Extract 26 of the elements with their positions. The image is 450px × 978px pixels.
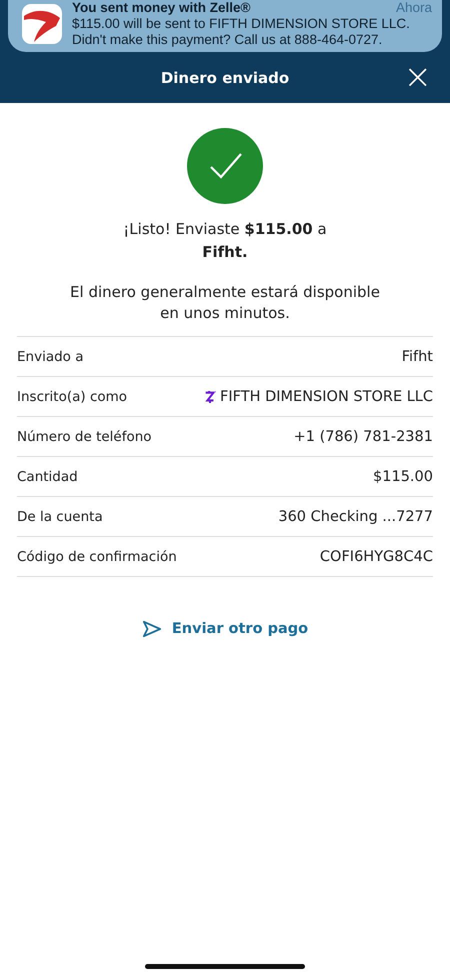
detail-label: Código de confirmación — [17, 548, 177, 564]
detail-value: +1 (786) 781-2381 — [294, 428, 433, 444]
send-another-payment-link[interactable]: Enviar otro pago — [136, 619, 314, 639]
app-logo-icon — [22, 4, 62, 44]
success-check-icon — [187, 128, 263, 204]
notification-time: Ahora — [396, 0, 432, 16]
detail-value: Fifht — [402, 348, 433, 364]
detail-label: Cantidad — [17, 468, 78, 484]
detail-value: FIFTH DIMENSION STORE LLC — [220, 388, 433, 404]
detail-value: $115.00 — [373, 468, 433, 484]
zelle-z-icon — [204, 390, 216, 404]
availability-note: El dinero generalmente estará disponible en unos minutos. — [70, 282, 380, 324]
notification-title: You sent money with Zelle® — [72, 0, 250, 16]
notification-text: Didn't make this payment? Call us at 888-464-0727. — [72, 32, 384, 48]
detail-label: Número de teléfono — [17, 428, 152, 444]
detail-label: Inscrito(a) como — [17, 388, 128, 404]
detail-value: COFI6HYG8C4C — [320, 548, 433, 564]
close-button[interactable]: × — [400, 62, 436, 92]
detail-label: De la cuenta — [17, 508, 103, 524]
send-icon — [142, 620, 162, 638]
notification-text: $115.00 will be sent to FIFTH DIMENSION STORE LLC. — [72, 16, 411, 32]
confirmation-message: ¡Listo! Enviaste $115.00 a Fifht. — [122, 219, 328, 263]
notification-banner[interactable]: You sent money with Zelle® Ahora $115.00 will be sent to FIFTH DIMENSION STORE LLC. Didn't make this payment? Call us at 888-464-0727. — [8, 0, 442, 52]
detail-value: 360 Checking ...7277 — [278, 508, 433, 524]
detail-label: Enviado a — [17, 348, 84, 364]
screen-title: Dinero enviado — [160, 68, 290, 86]
